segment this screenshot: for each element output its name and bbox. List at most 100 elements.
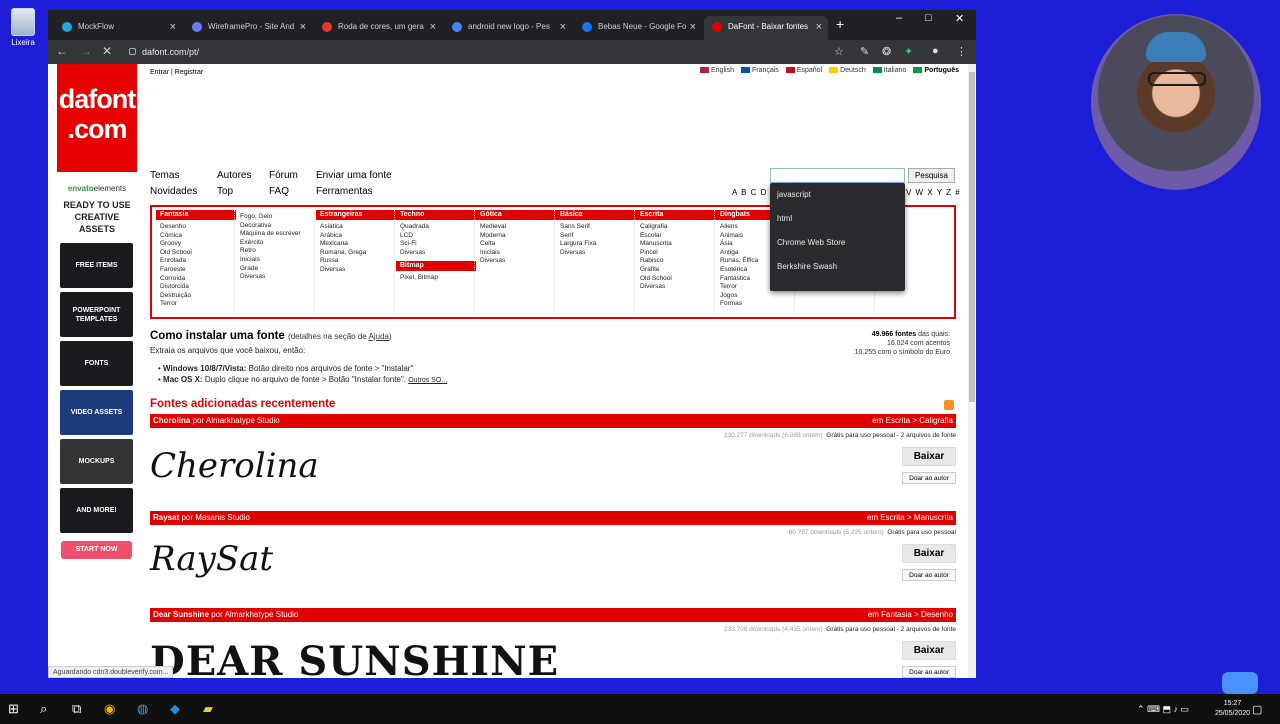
alphabet-index-right[interactable]: V W X Y Z # [906, 188, 961, 197]
lang-portugues[interactable]: Português [913, 67, 959, 74]
category-item[interactable]: Pixel, Bitmap [396, 274, 476, 283]
font-category[interactable]: em Escrita > Manuscrita [867, 511, 953, 525]
category-item[interactable]: Jogos [716, 292, 796, 301]
category-title[interactable]: Fantasia [156, 210, 236, 220]
suggestion-item[interactable]: html [770, 207, 905, 231]
ad-start-button[interactable]: START NOW [61, 541, 132, 559]
profile-icon[interactable]: ● [932, 45, 939, 57]
dafont-logo[interactable]: dafont .com [57, 64, 137, 172]
category-item[interactable]: Celta [476, 240, 556, 249]
category-item[interactable]: Arábica [316, 232, 396, 241]
donate-button[interactable]: Doar ao autor [902, 569, 956, 581]
category-item[interactable]: Romana, Grega [316, 249, 396, 258]
download-button[interactable]: Baixar [902, 447, 956, 466]
menu-autores[interactable]: Autores [217, 170, 269, 181]
tab-android-logo[interactable]: android new logo - Pes × [444, 16, 572, 40]
ad-tile[interactable]: FREE ITEMS [60, 243, 133, 288]
tab-mockflow[interactable]: MockFlow × [54, 16, 182, 40]
download-button[interactable]: Baixar [902, 544, 956, 563]
category-item[interactable]: Pincel [636, 249, 716, 258]
category-item[interactable]: Formas [716, 300, 796, 309]
font-author[interactable]: Masanis Studio [195, 513, 250, 522]
category-item[interactable]: Mexicana [316, 240, 396, 249]
category-item[interactable]: Exército [236, 239, 316, 248]
category-item[interactable]: Fogo, Gelo [236, 213, 316, 222]
category-item[interactable]: Cômica [156, 232, 236, 241]
category-title[interactable]: Estrangeiras [316, 210, 396, 220]
category-item[interactable]: Grafite [636, 266, 716, 275]
extension-icon[interactable]: ❂ [882, 45, 891, 58]
close-window-icon[interactable]: ✕ [955, 12, 964, 25]
category-item[interactable]: Terror [156, 300, 236, 309]
chrome-icon[interactable]: ◉ [104, 701, 115, 717]
menu-top[interactable]: Top [217, 186, 269, 197]
category-title[interactable]: Gótica [476, 210, 556, 220]
pin-extension-icon[interactable]: ✦ [904, 45, 913, 58]
notification-icon[interactable]: ▢ [1252, 703, 1262, 716]
scrollbar[interactable] [968, 64, 976, 678]
font-preview[interactable]: Cherolina [150, 446, 319, 486]
category-title[interactable]: Bitmap [396, 261, 476, 272]
close-icon[interactable]: × [300, 16, 306, 38]
windows-start-icon[interactable]: ⊞ [8, 701, 19, 717]
tray-icons[interactable]: ⌃ ⌨ ⬒ ♪ ▭ [1137, 704, 1189, 715]
donate-button[interactable]: Doar ao autor [902, 472, 956, 484]
bookmark-star-icon[interactable]: ☆ [834, 45, 844, 58]
category-item[interactable]: Diversas [236, 273, 316, 282]
category-title[interactable]: Escrita [636, 210, 716, 220]
menu-enviar[interactable]: Enviar uma fonte [316, 170, 406, 181]
maximize-icon[interactable]: □ [925, 12, 932, 24]
task-view-icon[interactable]: ⧉ [72, 701, 81, 717]
register-link[interactable]: Registrar [175, 69, 203, 76]
category-item[interactable]: Destruição [156, 292, 236, 301]
category-item[interactable]: Iniciais [476, 249, 556, 258]
category-item[interactable]: Faroeste [156, 266, 236, 275]
menu-novidades[interactable]: Novidades [150, 186, 217, 197]
font-author[interactable]: Almarkhatype Studio [225, 610, 299, 619]
menu-ferramentas[interactable]: Ferramentas [316, 186, 406, 197]
category-item[interactable]: Diversas [396, 249, 476, 258]
close-icon[interactable]: × [816, 16, 822, 38]
category-item[interactable]: Diversas [556, 249, 636, 258]
suggestion-item[interactable]: Berkshire Swash [770, 255, 905, 279]
download-button[interactable]: Baixar [902, 641, 956, 660]
category-item[interactable]: LCD [396, 232, 476, 241]
category-item[interactable]: Old School [156, 249, 236, 258]
new-tab-button[interactable]: + [836, 16, 844, 32]
suggestion-item[interactable]: javascript [770, 183, 905, 207]
vscode-icon[interactable]: ◆ [170, 701, 180, 717]
edge-icon[interactable]: ◍ [137, 701, 148, 717]
menu-forum[interactable]: Fórum [269, 170, 316, 181]
category-item[interactable]: Quadrada [396, 223, 476, 232]
font-category[interactable]: em Fantasia > Desenho [868, 608, 953, 622]
category-item[interactable]: Corroída [156, 275, 236, 284]
ad-tile[interactable]: FONTS [60, 341, 133, 386]
category-item[interactable]: Máquina de escrever [236, 230, 316, 239]
category-item[interactable]: Sci-Fi [396, 240, 476, 249]
category-item[interactable]: Rabisco [636, 257, 716, 266]
category-item[interactable]: Manuscrita [636, 240, 716, 249]
font-author[interactable]: Almarkhatype Studio [206, 416, 280, 425]
rss-icon[interactable] [944, 400, 954, 410]
category-title[interactable]: Básica [556, 210, 636, 220]
search-input[interactable] [770, 168, 905, 183]
category-item[interactable]: Groovy [156, 240, 236, 249]
category-item[interactable]: Caligrafia [636, 223, 716, 232]
font-name[interactable]: Chorolina [153, 416, 190, 425]
suggestion-item[interactable]: Chrome Web Store [770, 231, 905, 255]
lang-espanol[interactable]: Español [785, 67, 822, 74]
category-item[interactable]: Old School [636, 275, 716, 284]
category-item[interactable]: Diversas [316, 266, 396, 275]
font-name[interactable]: Raysat [153, 513, 179, 522]
tab-roda-de-cores[interactable]: Roda de cores, um gera × [314, 16, 442, 40]
category-item[interactable]: Escolar [636, 232, 716, 241]
font-category[interactable]: em Escrita > Caligrafia [872, 414, 953, 428]
category-item[interactable]: Serif [556, 232, 636, 241]
menu-faq[interactable]: FAQ [269, 186, 316, 197]
font-preview[interactable]: RaySat [150, 539, 273, 579]
file-explorer-icon[interactable]: ▰ [203, 701, 213, 717]
category-item[interactable]: Enrolada [156, 257, 236, 266]
search-button[interactable]: Pesquisa [908, 168, 955, 183]
category-item[interactable]: Desenho [156, 223, 236, 232]
category-item[interactable]: Largura Fixa [556, 240, 636, 249]
